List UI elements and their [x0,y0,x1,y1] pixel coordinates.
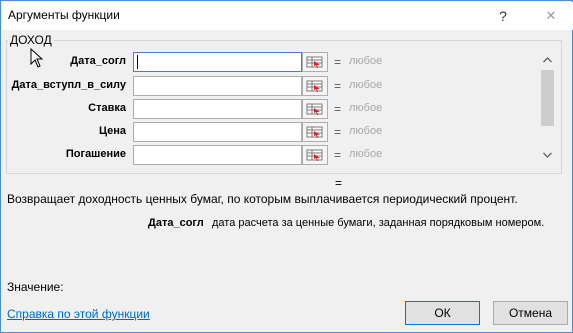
argument-row: Дата_вступл_в_силу = любое [0,76,573,96]
formula-result-equals: = [335,176,343,190]
cancel-button[interactable]: Отмена [493,301,568,325]
argument-row: Ставка = любое [0,99,573,119]
function-help-link[interactable]: Справка по этой функции [7,307,150,321]
argument-result: любое [349,55,383,67]
equals-sign: = [334,148,342,162]
chevron-up-icon[interactable] [539,52,556,68]
equals-sign: = [334,55,342,69]
function-name: ДОХОД [8,33,54,47]
text-caret [137,55,138,69]
argument-input-rate[interactable] [133,99,302,119]
equals-sign: = [334,125,342,139]
range-selector-icon[interactable] [302,52,328,72]
argument-row: Цена = любое [0,122,573,142]
help-button[interactable]: ? [488,4,518,28]
range-selector-icon[interactable] [302,122,328,142]
argument-label: Дата_вступл_в_силу [11,79,126,91]
argument-row: Погашение = любое [0,145,573,165]
equals-sign: = [334,79,342,93]
range-selector-icon[interactable] [302,145,328,165]
argument-input-price[interactable] [133,122,302,142]
argument-result: любое [349,79,383,91]
equals-sign: = [334,102,342,116]
dialog-title: Аргументы функции [8,8,120,22]
range-selector-icon[interactable] [302,76,328,96]
argument-label: Цена [98,125,126,137]
function-description: Возвращает доходность ценных бумаг, по к… [7,192,518,206]
argument-help-text: дата расчета за ценные бумаги, заданная … [212,217,545,229]
argument-input-redemption[interactable] [133,145,302,165]
argument-result: любое [349,148,383,160]
argument-row: Дата_согл = любое [0,52,573,72]
arguments-scrollbar[interactable] [539,52,556,163]
value-label: Значение: [7,280,64,294]
argument-result: любое [349,102,383,114]
argument-label: Ставка [88,102,126,114]
argument-label: Дата_согл [70,55,126,67]
ok-button[interactable]: ОК [405,301,480,325]
argument-input-maturity[interactable] [133,76,302,96]
close-button[interactable]: ✕ [536,4,566,28]
range-selector-icon[interactable] [302,99,328,119]
argument-help-name: Дата_согл [148,217,204,229]
argument-result: любое [349,125,383,137]
chevron-down-icon[interactable] [539,147,556,163]
scrollbar-thumb[interactable] [541,70,554,126]
argument-input-settlement[interactable] [133,52,302,72]
title-bar: Аргументы функции ? ✕ [2,2,573,30]
argument-label: Погашение [65,148,126,160]
